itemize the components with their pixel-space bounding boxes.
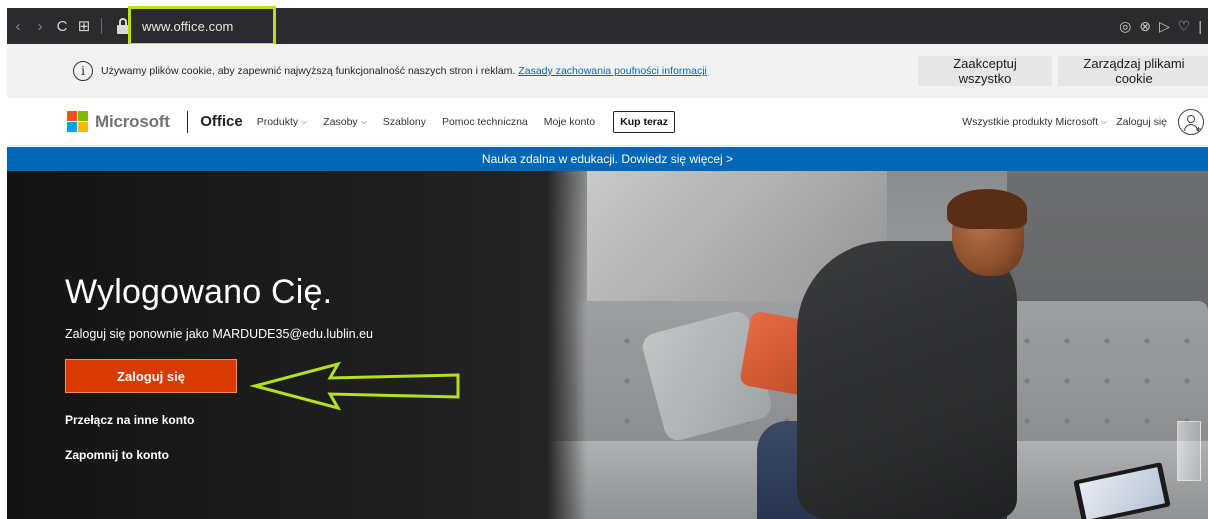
hero-photo [547, 171, 1208, 519]
cookie-banner: i Używamy plików cookie, aby zapewnić na… [7, 44, 1208, 98]
forget-account-link[interactable]: Zapomnij to konto [65, 448, 169, 462]
lock-icon[interactable] [116, 18, 130, 34]
account-avatar-icon[interactable]: + [1178, 108, 1204, 135]
add-account-icon: + [1195, 123, 1201, 134]
toolbar-divider [101, 18, 102, 34]
buy-now-button[interactable]: Kup teraz [613, 110, 675, 133]
nav-szablony[interactable]: Szablony [383, 116, 426, 128]
info-icon: i [73, 61, 93, 81]
nav-zasoby[interactable]: Zasoby ⌵ [323, 116, 367, 128]
header-right: Wszystkie produkty Microsoft ⌵ Zaloguj s… [962, 108, 1208, 135]
switch-account-link[interactable]: Przełącz na inne konto [65, 413, 194, 427]
site-header: Microsoft Office Produkty ⌵ Zasoby ⌵ Sza… [7, 98, 1208, 146]
chevron-down-icon: ⌵ [301, 116, 308, 126]
all-products-label: Wszystkie produkty Microsoft [962, 115, 1099, 128]
logo-square-red [67, 111, 77, 121]
microsoft-logo-icon[interactable] [67, 111, 88, 132]
nav-moje-konto[interactable]: Moje konto [544, 116, 595, 128]
hero-dark-panel [7, 171, 587, 519]
signed-out-subtitle: Zaloguj się ponownie jako MARDUDE35@edu.… [65, 327, 373, 341]
signed-out-title: Wylogowano Cię. [65, 273, 333, 311]
logo-square-green [78, 111, 88, 121]
signin-button[interactable]: Zaloguj się [65, 359, 237, 393]
camera-icon[interactable]: ◎ [1119, 18, 1131, 35]
browser-toolbar: ‹ › C ⊞ www.office.com ◎ ⊗ ▷ ♡ | [7, 8, 1208, 44]
header-divider [186, 110, 189, 133]
manage-cookies-button[interactable]: Zarządzaj plikami cookie [1058, 56, 1208, 86]
chevron-down-icon: ⌵ [360, 116, 367, 126]
address-bar-url[interactable]: www.office.com [142, 19, 233, 34]
header-signin-link[interactable]: Zaloguj się [1116, 116, 1167, 128]
privacy-policy-link[interactable]: Zasady zachowania poufności informacji [518, 65, 707, 77]
chevron-down-icon: ⌵ [1101, 116, 1108, 126]
logo-square-blue [67, 122, 77, 132]
reload-icon[interactable]: C [51, 14, 73, 38]
cookie-text: Używamy plików cookie, aby zapewnić najw… [101, 65, 516, 77]
all-products-menu[interactable]: Wszystkie produkty Microsoft ⌵ [962, 116, 1107, 128]
nav-pomoc-techniczna[interactable]: Pomoc techniczna [442, 116, 528, 128]
nav-produkty[interactable]: Produkty ⌵ [257, 116, 308, 128]
microsoft-brand[interactable]: Microsoft [95, 112, 170, 132]
accept-cookies-button[interactable]: Zaakceptuj wszystko [918, 56, 1052, 86]
play-icon[interactable]: ▷ [1159, 18, 1170, 35]
toolbar-divider-right: | [1198, 17, 1202, 34]
logo-square-yellow [78, 122, 88, 132]
grid-icon[interactable]: ⊞ [73, 14, 95, 38]
office-brand[interactable]: Office [200, 113, 243, 130]
shield-icon[interactable]: ⊗ [1139, 18, 1151, 35]
nav-label: Produkty [256, 115, 299, 128]
nav-label: Zasoby [323, 115, 358, 128]
toolbar-right-icons: ◎ ⊗ ▷ ♡ | [1119, 18, 1208, 35]
back-icon[interactable]: ‹ [7, 14, 29, 38]
forward-icon[interactable]: › [29, 14, 51, 38]
promo-banner[interactable]: Nauka zdalna w edukacji. Dowiedz się wię… [7, 147, 1208, 171]
hero-section: Wylogowano Cię. Zaloguj się ponownie jak… [7, 171, 1208, 519]
heart-icon[interactable]: ♡ [1178, 18, 1191, 35]
